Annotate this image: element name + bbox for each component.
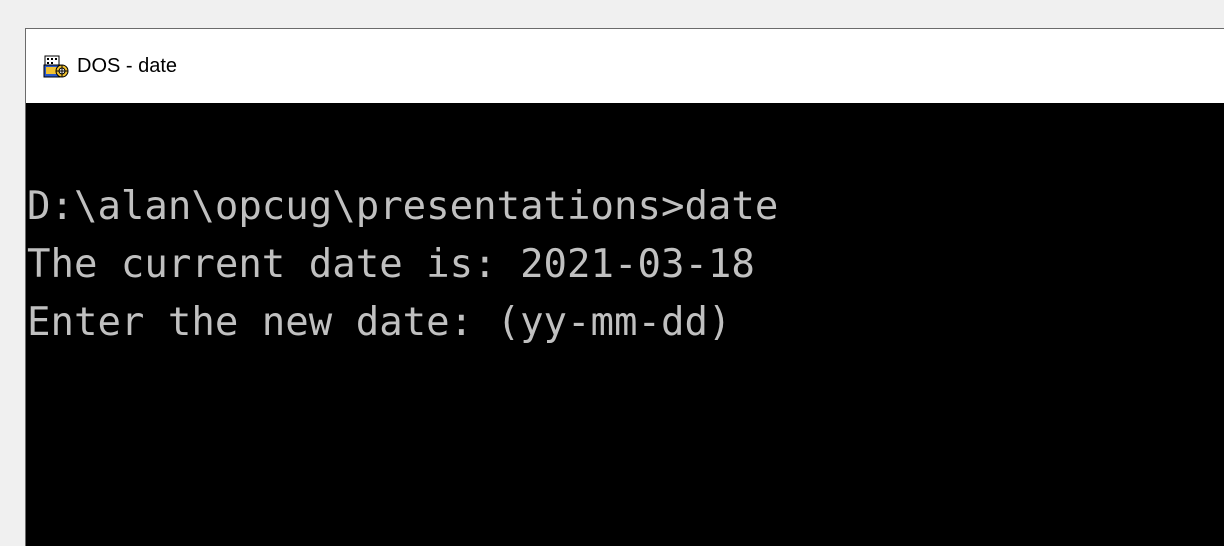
ms-dos-icon[interactable] (43, 53, 69, 79)
window-title: DOS - date (77, 55, 178, 77)
title-bar[interactable]: DOS - date (26, 29, 1224, 103)
console-line-prompt: D:\alan\opcug\presentations>date (27, 184, 779, 229)
console-output[interactable]: D:\alan\opcug\presentations>date The cur… (26, 103, 1224, 546)
console-line-enter-date: Enter the new date: (yy-mm-dd) (27, 300, 732, 345)
console-window[interactable]: DOS - date D:\alan\opcug\presentations>d… (25, 28, 1224, 546)
console-line-current-date: The current date is: 2021-03-18 (27, 242, 755, 287)
